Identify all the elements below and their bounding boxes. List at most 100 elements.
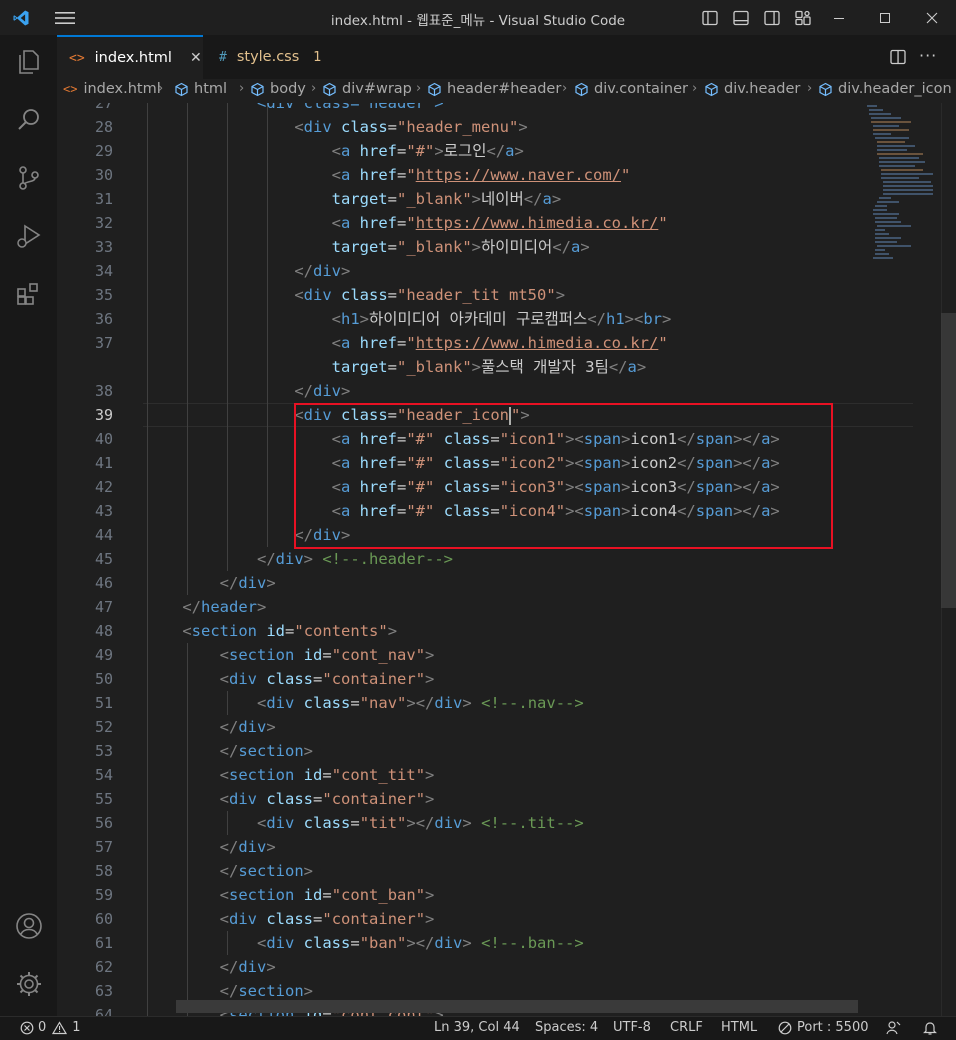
symbol-element-icon xyxy=(323,82,336,96)
line-number: 36 xyxy=(94,310,113,328)
code-line: </section> xyxy=(219,742,313,760)
line-number: 59 xyxy=(94,886,113,904)
line-number: 35 xyxy=(94,286,113,304)
manage-gear-icon[interactable] xyxy=(14,969,44,999)
line-number: 51 xyxy=(94,694,113,712)
line-number: 45 xyxy=(94,550,113,568)
line-number: 34 xyxy=(94,262,113,280)
breadcrumb-item[interactable]: div.container xyxy=(574,81,688,97)
toggle-panel-icon[interactable] xyxy=(732,9,750,27)
line-number: 43 xyxy=(94,502,113,520)
code-editor[interactable]: 27 28 29 30 31 32 33 34 35 36 37 38 39 4… xyxy=(57,103,956,1016)
code-line: target="_blank">네이버</a> xyxy=(331,190,562,208)
explorer-icon[interactable] xyxy=(14,47,44,77)
code-line: </div> <!--.header--> xyxy=(256,550,453,568)
run-and-debug-icon[interactable] xyxy=(14,221,44,251)
code-line: <div class="header_menu"> xyxy=(294,118,528,136)
line-number: 40 xyxy=(94,430,113,448)
code-line: <div class="tit"></div> <!--.tit--> xyxy=(256,814,584,832)
css-file-icon: # xyxy=(219,49,227,65)
accounts-icon[interactable] xyxy=(14,911,44,941)
code-line: <a href="https://www.naver.com/" xyxy=(331,166,631,184)
code-line: target="_blank">하이미디어</a> xyxy=(331,238,590,256)
breadcrumb-item[interactable]: <> index.html xyxy=(63,81,161,97)
breadcrumb-item[interactable]: html xyxy=(174,81,227,97)
line-number: 60 xyxy=(94,910,113,928)
breadcrumb-item[interactable]: div.header_icon xyxy=(818,81,952,97)
line-number: 47 xyxy=(94,598,113,616)
account-feedback-icon[interactable] xyxy=(885,1020,901,1036)
horizontal-scrollbar[interactable] xyxy=(176,1000,858,1013)
language-mode[interactable]: HTML xyxy=(721,1020,757,1035)
customize-layout-icon[interactable] xyxy=(794,9,812,27)
code-line: </div> xyxy=(219,574,276,592)
line-number: 55 xyxy=(94,790,113,808)
chevron-right-icon: › xyxy=(807,81,813,96)
editor-tabs: <> index.html ✕ # style.css 1 ··· xyxy=(57,35,956,79)
extensions-icon[interactable] xyxy=(14,279,44,309)
cursor-position[interactable]: Ln 39, Col 44 xyxy=(434,1020,520,1035)
close-icon xyxy=(926,12,938,23)
hamburger-menu-icon[interactable] xyxy=(54,8,76,28)
scrollbar-thumb[interactable] xyxy=(941,313,956,608)
line-number: 32 xyxy=(94,214,113,232)
code-line: <section id="contents"> xyxy=(182,622,398,640)
line-number: 31 xyxy=(94,190,113,208)
tab-label: index.html xyxy=(94,50,172,66)
line-number: 48 xyxy=(94,622,113,640)
no-entry-icon xyxy=(778,1021,792,1034)
problems-indicator[interactable]: 0 1 xyxy=(20,1020,81,1035)
window-title: index.html - 웹표준_메뉴 - Visual Studio Code xyxy=(330,13,626,29)
indentation-setting[interactable]: Spaces: 4 xyxy=(535,1020,598,1035)
code-line: </div> xyxy=(219,718,276,736)
notifications-bell-icon[interactable] xyxy=(922,1020,938,1036)
end-of-line[interactable]: CRLF xyxy=(670,1020,703,1035)
code-line: <div class="header_tit mt50"> xyxy=(294,286,566,304)
error-icon xyxy=(20,1021,34,1034)
line-number: 29 xyxy=(94,142,113,160)
symbol-element-icon xyxy=(705,82,718,96)
line-number: 54 xyxy=(94,766,113,784)
problem-count-badge: 1 xyxy=(313,49,322,65)
maximize-button[interactable] xyxy=(862,0,908,35)
symbol-element-icon xyxy=(428,82,441,96)
code-line: </div> xyxy=(294,382,351,400)
code-line: <div class="container"> xyxy=(219,910,435,928)
breadcrumb-item[interactable]: body xyxy=(250,81,306,97)
minimize-button[interactable] xyxy=(816,0,862,35)
more-actions-icon[interactable]: ··· xyxy=(919,46,937,65)
code-line: </div> xyxy=(219,838,276,856)
file-encoding[interactable]: UTF-8 xyxy=(613,1020,651,1035)
code-line: <section id="cont_nav"> xyxy=(219,646,435,664)
breadcrumb: <> index.html › html › body › div#wrap ›… xyxy=(57,79,956,103)
minimap[interactable] xyxy=(865,103,941,1016)
tab-close-icon[interactable]: ✕ xyxy=(190,50,202,66)
line-number: 46 xyxy=(94,574,113,592)
toggle-secondary-sidebar-icon[interactable] xyxy=(763,9,781,27)
line-number: 30 xyxy=(94,166,113,184)
split-editor-icon[interactable] xyxy=(889,48,907,66)
code-line: <section id="cont_ban"> xyxy=(219,886,435,904)
line-number: 56 xyxy=(94,814,113,832)
line-number: 52 xyxy=(94,718,113,736)
source-control-icon[interactable] xyxy=(14,163,44,193)
code-line: </div> xyxy=(294,262,351,280)
breadcrumb-item[interactable]: div.header xyxy=(704,81,800,97)
live-server-port[interactable]: Port : 5500 xyxy=(778,1020,869,1035)
line-number: 37 xyxy=(94,334,113,352)
line-number: 53 xyxy=(94,742,113,760)
tab-index-html[interactable]: <> index.html ✕ xyxy=(57,35,203,79)
chevron-right-icon: › xyxy=(692,81,698,96)
tab-style-css[interactable]: # style.css 1 xyxy=(203,35,327,79)
toggle-primary-sidebar-icon[interactable] xyxy=(701,9,719,27)
code-line: <a href="https://www.himedia.co.kr/" xyxy=(331,334,668,352)
breadcrumb-item[interactable]: header#header xyxy=(427,81,561,97)
search-icon[interactable] xyxy=(14,105,44,135)
code-line: <div class="nav"></div> <!--.nav--> xyxy=(256,694,584,712)
line-number: 39 xyxy=(94,406,113,424)
line-number: 38 xyxy=(94,382,113,400)
activity-bar xyxy=(0,35,57,1016)
code-line: <div class="container"> xyxy=(219,790,435,808)
breadcrumb-item[interactable]: div#wrap xyxy=(322,81,412,97)
close-window-button[interactable] xyxy=(908,0,956,35)
